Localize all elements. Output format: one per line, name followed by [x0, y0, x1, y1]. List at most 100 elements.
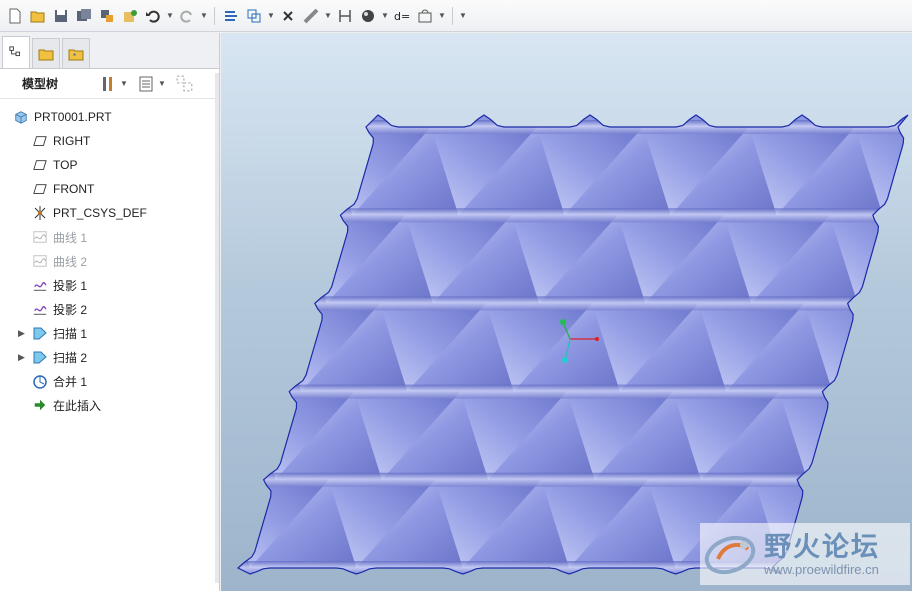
ridge-band [249, 472, 834, 487]
tab-folder-browser[interactable] [32, 38, 60, 68]
part-icon [12, 109, 30, 125]
ridge-band [325, 208, 908, 223]
show-button[interactable]: ▼ [138, 76, 166, 92]
toolbar-separator [214, 6, 215, 25]
open-file-icon[interactable] [28, 6, 48, 26]
customize-icon[interactable]: ▼ [459, 11, 467, 20]
mesh-triangle [238, 391, 276, 480]
tree-item-label: 曲线 2 [53, 254, 88, 269]
tab-favorites[interactable]: * [62, 38, 90, 68]
graphics-viewport[interactable] [221, 33, 912, 591]
datum-display-icon[interactable] [335, 6, 355, 26]
tree-item-label: 在此插入 [53, 398, 102, 413]
model-tree: PRT0001.PRT RIGHT TOP FRONT PRT_CSYS_DEF 曲线 1… [0, 99, 219, 417]
merge-icon [31, 373, 49, 389]
tab-model-tree[interactable] [2, 36, 30, 68]
redo-dropdown-icon[interactable]: ▼ [200, 11, 208, 20]
expand-arrow-icon[interactable]: ▶ [18, 328, 25, 339]
projection-icon [31, 277, 49, 293]
tree-item-label: 合并 1 [53, 374, 88, 389]
settings-dropdown-icon: ▼ [120, 79, 128, 88]
model-tree-header: 模型树 ▼ ▼ [0, 69, 219, 99]
svg-text:*: * [73, 52, 76, 61]
tree-item-label: RIGHT [53, 134, 91, 148]
redo-icon[interactable] [177, 6, 197, 26]
toolbar-separator [452, 6, 453, 25]
datum-plane-icon [31, 133, 49, 149]
show-dropdown-icon: ▼ [158, 79, 166, 88]
tree-item[interactable]: 曲线 2 [0, 249, 219, 273]
surface-model[interactable] [221, 33, 912, 591]
mesh-triangle [238, 215, 327, 304]
shading-dropdown-icon[interactable]: ▼ [381, 11, 389, 20]
tree-item[interactable]: PRT0001.PRT [0, 105, 219, 129]
undo-dropdown-icon[interactable]: ▼ [166, 11, 174, 20]
tree-item-label: 扫描 2 [53, 350, 88, 365]
ridge-band [300, 296, 885, 311]
insert-here-icon [31, 397, 49, 413]
filter-icon [176, 75, 193, 91]
model-tree-title: 模型树 [22, 77, 59, 91]
model-tree-panel: * 模型树 ▼ ▼ PRT0001.PRT RIGHT TOP FRONT PRT_CS… [0, 33, 220, 591]
forum-logo-icon [700, 525, 764, 583]
forum-name: 野火论坛 [764, 531, 880, 562]
sweep-icon [31, 349, 49, 365]
tree-item[interactable]: PRT_CSYS_DEF [0, 201, 219, 225]
settings-button[interactable]: ▼ [100, 76, 128, 92]
tree-item-label: FRONT [53, 182, 95, 196]
view-dropdown-icon[interactable]: ▼ [438, 11, 446, 20]
expand-arrow-icon[interactable]: ▶ [18, 352, 25, 363]
ridge-band [274, 384, 859, 399]
switch-window-icon[interactable] [221, 6, 241, 26]
shading-icon[interactable] [358, 6, 378, 26]
tree-item[interactable]: RIGHT [0, 129, 219, 153]
orient-dropdown-icon[interactable]: ▼ [267, 11, 275, 20]
tree-item[interactable]: 在此插入 [0, 393, 219, 417]
panel-tabs: * [0, 33, 219, 69]
tree-item[interactable]: 投影 2 [0, 297, 219, 321]
new-file-icon[interactable] [5, 6, 25, 26]
save-icon[interactable] [51, 6, 71, 26]
curve-icon [31, 229, 49, 245]
tree-item[interactable]: TOP [0, 153, 219, 177]
tree-item[interactable]: FRONT [0, 177, 219, 201]
tree-item-label: 扫描 1 [53, 326, 88, 341]
datum-plane-icon [31, 181, 49, 197]
main-toolbar: ▼ ▼ ▼ ▼ ▼ d= ▼ ▼ [0, 0, 912, 32]
tree-item[interactable]: 曲线 1 [0, 225, 219, 249]
favorites-icon: * [68, 49, 84, 61]
tree-item-label: TOP [53, 158, 78, 172]
mesh-triangle [238, 303, 302, 392]
tree-item-label: 投影 1 [53, 278, 88, 293]
curve-icon [31, 253, 49, 269]
filter-button[interactable] [176, 75, 194, 93]
tree-item[interactable]: ▶ 扫描 1 [0, 321, 219, 345]
tree-item[interactable]: 投影 1 [0, 273, 219, 297]
forum-watermark: 野火论坛 www.proewildfire.cn [700, 523, 910, 585]
view-manager-icon[interactable] [415, 6, 435, 26]
tree-item[interactable]: ▶ 扫描 2 [0, 345, 219, 369]
hammer-icon [103, 76, 112, 91]
measure-icon[interactable] [301, 6, 321, 26]
save-copy-icon[interactable] [74, 6, 94, 26]
undo-icon[interactable] [143, 6, 163, 26]
tree-item-label: PRT0001.PRT [34, 110, 112, 124]
tree-item-label: 投影 2 [53, 302, 88, 317]
tree-item[interactable]: 合并 1 [0, 369, 219, 393]
panel-divider[interactable] [215, 73, 219, 583]
forum-url: www.proewildfire.cn [764, 561, 879, 577]
sweep-icon [31, 325, 49, 341]
backup-icon[interactable] [97, 6, 117, 26]
csys-icon [31, 205, 49, 221]
orient-icon[interactable] [244, 6, 264, 26]
datum-plane-icon [31, 157, 49, 173]
dimension-icon[interactable]: d= [392, 6, 412, 26]
close-icon[interactable] [278, 6, 298, 26]
model-tree-icon [9, 45, 20, 56]
tree-item-label: 曲线 1 [53, 230, 88, 245]
regenerate-icon[interactable] [120, 6, 140, 26]
mesh-triangle [238, 479, 250, 568]
measure-dropdown-icon[interactable]: ▼ [324, 11, 332, 20]
svg-text:d=: d= [394, 10, 410, 23]
folder-icon [38, 49, 54, 60]
